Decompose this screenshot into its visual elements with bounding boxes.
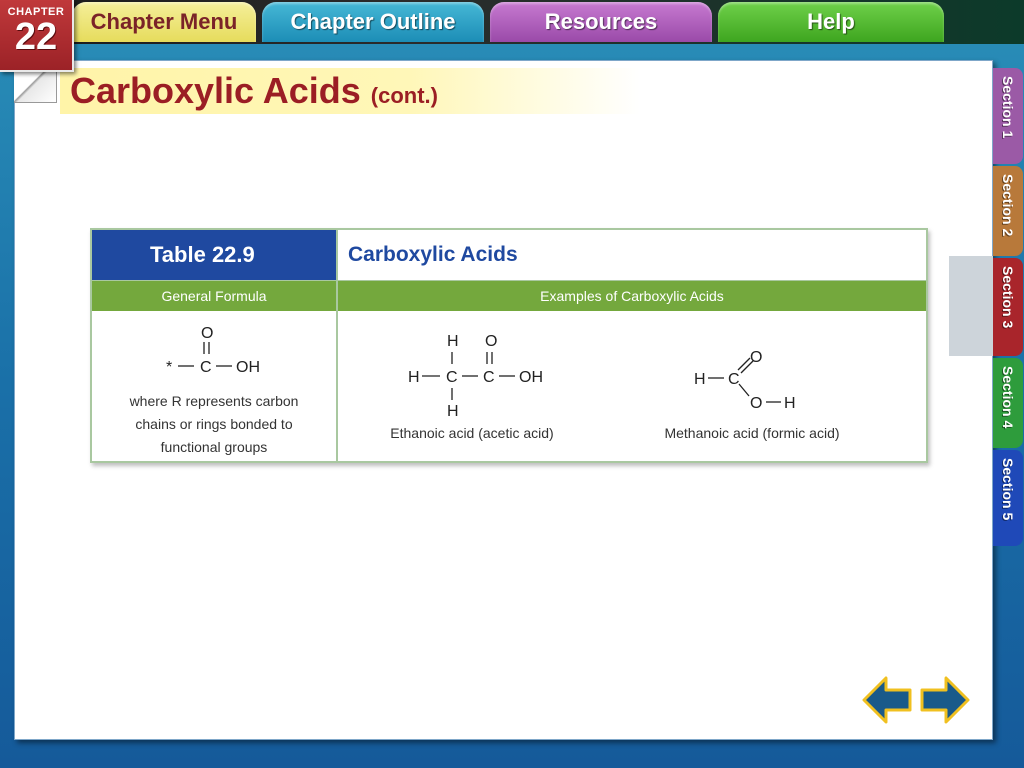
section-tab-4[interactable]: Section 4 — [993, 358, 1023, 448]
section-tab-2[interactable]: Section 2 — [993, 166, 1023, 256]
active-section-highlight — [949, 256, 993, 356]
arrow-right-icon[interactable] — [920, 676, 970, 724]
chapter-number: 22 — [14, 16, 58, 58]
column-divider — [336, 230, 338, 461]
tab-resources[interactable]: Resources — [490, 2, 712, 42]
svg-text:OH: OH — [236, 359, 260, 376]
col-general-formula: General Formula — [161, 288, 267, 304]
table-name: Carboxylic Acids — [348, 243, 518, 266]
general-formula-structure: O * C OH — [166, 325, 260, 376]
ethanoic-acid-caption: Ethanoic acid (acetic acid) — [390, 425, 554, 441]
chapter-badge[interactable]: CHAPTER 22 — [0, 0, 74, 72]
svg-text:C: C — [728, 371, 740, 388]
tab-chapter-outline[interactable]: Chapter Outline — [262, 2, 484, 42]
tab-chapter-menu[interactable]: Chapter Menu — [72, 2, 256, 42]
arrow-left-icon[interactable] — [862, 676, 912, 724]
section-tab-3[interactable]: Section 3 — [993, 258, 1023, 356]
svg-text:*: * — [166, 359, 172, 376]
methanoic-acid-caption: Methanoic acid (formic acid) — [664, 425, 840, 441]
section-tab-label: Section 1 — [1000, 76, 1016, 139]
caption-line: chains or rings bonded to — [135, 416, 293, 432]
tab-help[interactable]: Help — [718, 2, 944, 42]
svg-text:C: C — [200, 359, 212, 376]
ethanoic-acid-structure: H O H C C OH H — [408, 333, 543, 420]
svg-text:H: H — [447, 403, 459, 420]
caption-line: where R represents carbon — [129, 393, 299, 409]
svg-text:H: H — [694, 371, 706, 388]
title-suffix: (cont.) — [370, 83, 438, 108]
svg-text:O: O — [201, 325, 213, 342]
page-title: Carboxylic Acids (cont.) — [70, 70, 438, 112]
section-tab-label: Section 2 — [1000, 174, 1016, 237]
svg-text:C: C — [446, 369, 458, 386]
svg-text:H: H — [447, 333, 459, 350]
caption-line: functional groups — [160, 439, 268, 455]
svg-text:H: H — [784, 395, 796, 412]
section-tab-label: Section 3 — [1000, 266, 1016, 329]
section-tab-label: Section 4 — [1000, 366, 1016, 429]
methanoic-acid-structure: H C O O H — [694, 349, 796, 412]
section-tab-label: Section 5 — [1000, 458, 1016, 521]
svg-text:O: O — [750, 349, 762, 366]
svg-text:O: O — [750, 395, 762, 412]
table-number: Table 22.9 — [92, 230, 336, 280]
title-text: Carboxylic Acids — [70, 70, 361, 111]
svg-text:C: C — [483, 369, 495, 386]
section-tab-1[interactable]: Section 1 — [993, 68, 1023, 164]
general-formula-caption: where R represents carbon chains or ring… — [92, 390, 336, 459]
section-tab-5[interactable]: Section 5 — [993, 450, 1023, 546]
col-examples: Examples of Carboxylic Acids — [540, 288, 724, 304]
carboxylic-acids-table: Table 22.9 Carboxylic Acids General Form… — [90, 228, 928, 463]
svg-text:H: H — [408, 369, 420, 386]
svg-text:OH: OH — [519, 369, 543, 386]
svg-text:O: O — [485, 333, 497, 350]
